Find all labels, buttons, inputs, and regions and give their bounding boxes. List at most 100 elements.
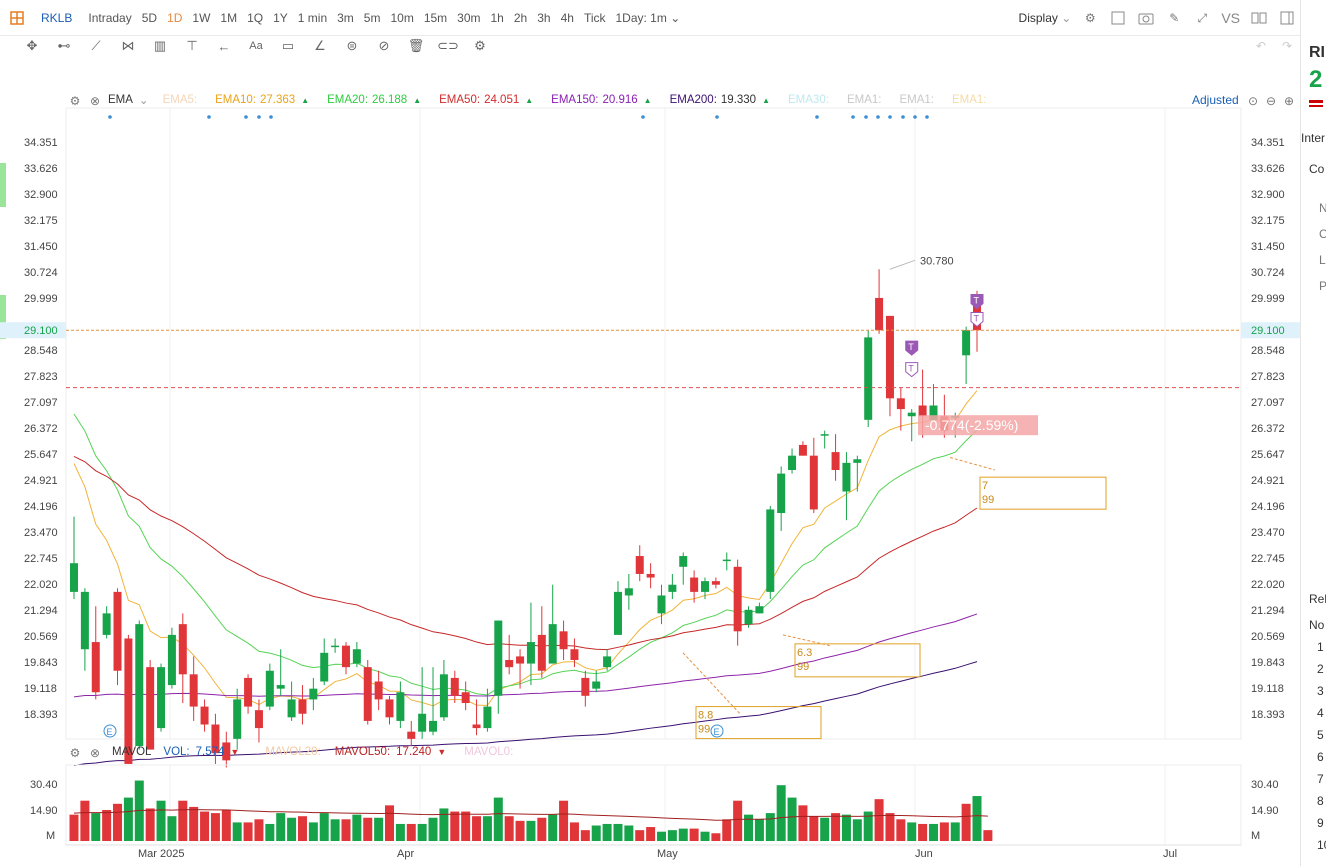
ema-label[interactable]: EMA xyxy=(108,94,133,106)
timeframe-3h[interactable]: 3h xyxy=(532,11,555,25)
timeframe-3m[interactable]: 3m xyxy=(332,11,359,25)
ema-item-name[interactable]: EMA10: xyxy=(215,94,256,106)
candle-body xyxy=(744,609,753,625)
price-chart[interactable]: 30.780-0.774(-2.59%)TTTT7996.3998.899E E … xyxy=(0,0,1300,866)
symbol-label[interactable]: RKLB xyxy=(36,11,77,25)
panel-rank-item[interactable]: 7 xyxy=(1317,772,1324,786)
mavol-label[interactable]: MAVOL xyxy=(112,746,151,758)
interval-select[interactable]: 1Day: 1m ⌄ xyxy=(611,11,686,25)
fib-tool-icon[interactable]: ▥ xyxy=(150,37,170,55)
ema-item-name[interactable]: EMA1: xyxy=(952,94,987,106)
panel-rank-item[interactable]: 9 xyxy=(1317,816,1324,830)
adjusted-toggle[interactable]: Adjusted xyxy=(1192,93,1239,107)
timeframe-30m[interactable]: 30m xyxy=(452,11,485,25)
pattern-tool-icon[interactable]: ⋈ xyxy=(118,37,138,55)
timeframe-5m[interactable]: 5m xyxy=(359,11,386,25)
panel-tab-inter[interactable]: Inter xyxy=(1301,131,1325,145)
timeframe-10m[interactable]: 10m xyxy=(385,11,418,25)
redo-icon[interactable]: ↷ xyxy=(1278,37,1296,55)
timeframe-4h[interactable]: 4h xyxy=(556,11,579,25)
timeframe-1w[interactable]: 1W xyxy=(187,11,215,25)
vol-settings-icon[interactable]: ⚙ xyxy=(66,744,84,762)
zoom-out-icon[interactable]: ⊖ xyxy=(1262,92,1280,110)
display-menu[interactable]: Display ⌄ xyxy=(1019,11,1072,25)
plot-frame xyxy=(65,107,1242,740)
ema-settings-icon[interactable]: ⚙ xyxy=(66,92,84,110)
candle-body xyxy=(352,649,361,664)
candle-body xyxy=(494,620,503,696)
candle-body xyxy=(472,724,481,729)
timeframe-1-min[interactable]: 1 min xyxy=(293,11,332,25)
link-icon[interactable]: ⊂⊃ xyxy=(437,37,459,55)
timeframe-1q[interactable]: 1Q xyxy=(242,11,268,25)
price-axis-label-left: 31.450 xyxy=(24,241,58,253)
book-icon[interactable] xyxy=(1250,9,1268,27)
volume-bar xyxy=(461,811,471,841)
trash-icon[interactable]: 🗑 xyxy=(406,37,426,55)
ema-item-name[interactable]: EMA50: xyxy=(439,94,480,106)
camera-icon[interactable] xyxy=(1137,9,1155,27)
panel-icon[interactable] xyxy=(1278,9,1296,27)
price-axis-label-left: 28.548 xyxy=(24,345,58,357)
timeframe-1h[interactable]: 1h xyxy=(486,11,509,25)
ema-item-name[interactable]: EMA20: xyxy=(327,94,368,106)
move-cross-icon[interactable]: ✥ xyxy=(22,37,42,55)
hide-drawings-icon[interactable]: ⊘ xyxy=(374,37,394,55)
ema-item-name[interactable]: EMA1: xyxy=(847,94,882,106)
checkbox-icon[interactable] xyxy=(1109,9,1127,27)
event-dot-icon xyxy=(257,115,261,119)
channel-tool-icon[interactable]: ⟋ xyxy=(86,37,106,55)
panel-rank-item[interactable]: 2 xyxy=(1317,662,1324,676)
panel-rank-item[interactable]: 10 xyxy=(1317,838,1326,852)
event-dot-icon xyxy=(641,115,645,119)
timeframe-intraday[interactable]: Intraday xyxy=(83,11,136,25)
price-axis-label-right: 22.745 xyxy=(1251,553,1285,565)
candle-body xyxy=(875,297,884,331)
vol-close-icon[interactable]: ⊗ xyxy=(86,744,104,762)
timeframe-15m[interactable]: 15m xyxy=(419,11,452,25)
timeframe-1d[interactable]: 1D xyxy=(162,11,187,25)
ruler-tool-icon[interactable]: ∠ xyxy=(310,37,330,55)
settings-gear-icon[interactable]: ⚙ xyxy=(1081,9,1099,27)
candle-body xyxy=(548,624,557,664)
ema-item-name[interactable]: EMA5: xyxy=(163,94,198,106)
magnet-icon[interactable]: ⊜ xyxy=(342,37,362,55)
line-tool-icon[interactable]: ⊷ xyxy=(54,37,74,55)
volume-bar xyxy=(667,830,677,841)
fullscreen-icon[interactable]: ⤢ xyxy=(1193,9,1211,27)
vs-button[interactable]: VS xyxy=(1221,10,1240,26)
arrow-tool-icon[interactable]: ← xyxy=(214,37,234,55)
panel-rank-item[interactable]: 8 xyxy=(1317,794,1324,808)
ema-close-icon[interactable]: ⊗ xyxy=(86,92,104,110)
timeframe-5d[interactable]: 5D xyxy=(137,11,162,25)
candle-body xyxy=(831,452,840,471)
pencil-icon[interactable]: ✎ xyxy=(1165,9,1183,27)
chevron-down-icon[interactable]: ⌄ xyxy=(139,93,149,107)
panel-rank-item[interactable]: 1 xyxy=(1317,640,1324,654)
ema-up-arrow-icon: ▲ xyxy=(301,95,310,105)
panel-rank-item[interactable]: 5 xyxy=(1317,728,1324,742)
timeframe-tick[interactable]: Tick xyxy=(579,11,611,25)
panel-rank-item[interactable]: 4 xyxy=(1317,706,1324,720)
candle-body xyxy=(701,581,710,592)
timeframe-2h[interactable]: 2h xyxy=(509,11,532,25)
comment-tool-icon[interactable]: ▭ xyxy=(278,37,298,55)
timeframe-1y[interactable]: 1Y xyxy=(268,11,293,25)
ema-item-name[interactable]: EMA150: xyxy=(551,94,598,106)
timeframe-1m[interactable]: 1M xyxy=(215,11,242,25)
zoom-in-icon[interactable]: ⊕ xyxy=(1280,92,1298,110)
toolbar-settings-icon[interactable]: ⚙ xyxy=(470,37,490,55)
candle-body xyxy=(679,556,688,567)
ema-item-name[interactable]: EMA200: xyxy=(670,94,717,106)
undo-icon[interactable]: ↶ xyxy=(1252,37,1270,55)
ema-item-name[interactable]: EMA1: xyxy=(899,94,934,106)
panel-rank-item[interactable]: 6 xyxy=(1317,750,1324,764)
pitchfork-tool-icon[interactable]: ⊤ xyxy=(182,37,202,55)
panel-rank-item[interactable]: 3 xyxy=(1317,684,1324,698)
ema-item-name[interactable]: EMA30: xyxy=(788,94,829,106)
text-tool-icon[interactable]: Aa xyxy=(246,37,266,55)
panel-tab-co[interactable]: Co xyxy=(1309,162,1324,176)
collapse-icon[interactable]: ⊙ xyxy=(1244,92,1262,110)
volume-bar xyxy=(863,811,873,841)
chart-grid-icon[interactable] xyxy=(8,9,26,27)
